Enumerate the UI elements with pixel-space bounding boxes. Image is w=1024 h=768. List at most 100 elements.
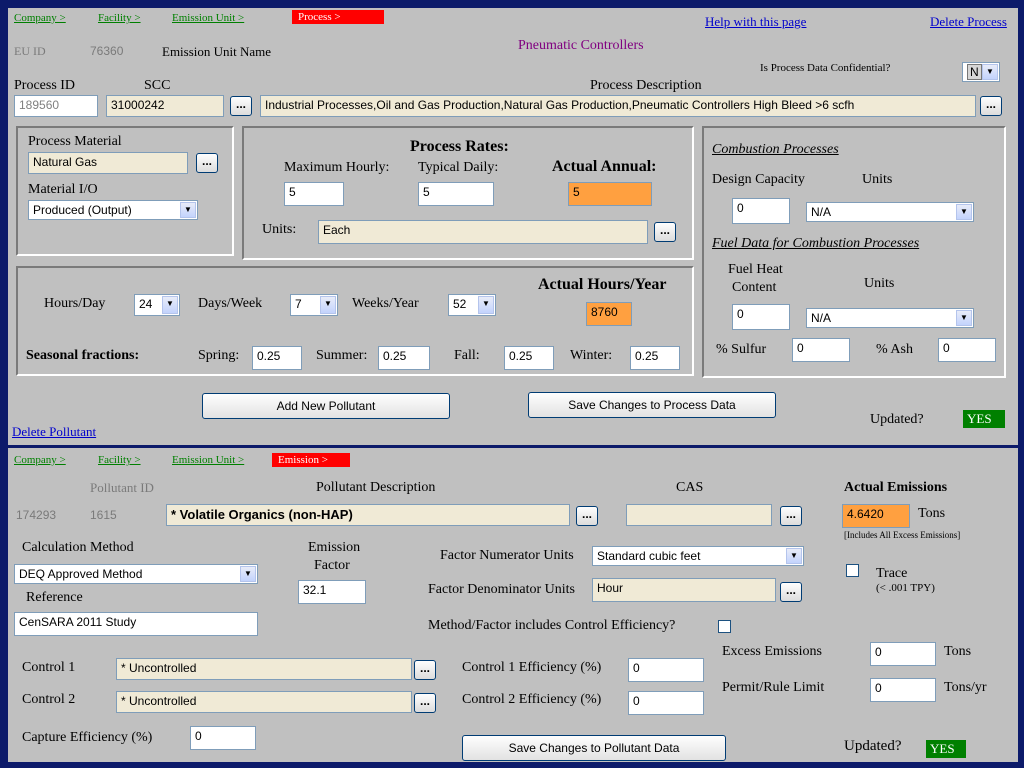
summer-field[interactable]: 0.25: [378, 346, 430, 370]
control-efficiency-checkbox[interactable]: [718, 620, 731, 633]
control1-lookup-button[interactable]: ...: [414, 660, 436, 680]
control1-efficiency-field[interactable]: 0: [628, 658, 704, 682]
eu-id-value: 76360: [90, 44, 124, 58]
max-hourly-label: Maximum Hourly:: [284, 160, 390, 175]
breadcrumb-emission-unit[interactable]: Emission Unit >: [172, 454, 244, 466]
breadcrumb-company[interactable]: Company >: [14, 454, 66, 466]
chevron-down-icon: ▼: [478, 296, 494, 314]
design-capacity-label: Design Capacity: [712, 172, 805, 187]
typical-daily-field[interactable]: 5: [418, 182, 494, 206]
seasonal-label: Seasonal fractions:: [26, 348, 140, 363]
days-week-select[interactable]: 7 ▼: [290, 294, 338, 316]
calculation-method-select[interactable]: DEQ Approved Method ▼: [14, 564, 258, 584]
process-description-field[interactable]: Industrial Processes,Oil and Gas Product…: [260, 95, 976, 117]
process-rates-box: Process Rates: Maximum Hourly: Typical D…: [242, 126, 694, 260]
control2-lookup-button[interactable]: ...: [414, 693, 436, 713]
weeks-year-label: Weeks/Year: [352, 296, 419, 311]
pollutant-description-field[interactable]: * Volatile Organics (non-HAP): [166, 504, 570, 526]
days-week-label: Days/Week: [198, 296, 263, 311]
spring-label: Spring:: [198, 348, 240, 363]
max-hourly-field[interactable]: 5: [284, 182, 344, 206]
fuel-data-title: Fuel Data for Combustion Processes: [712, 236, 920, 251]
cas-field[interactable]: [626, 504, 772, 526]
save-pollutant-button[interactable]: Save Changes to Pollutant Data: [462, 735, 726, 761]
process-id-label: Process ID: [14, 78, 76, 93]
control2-efficiency-field[interactable]: 0: [628, 691, 704, 715]
save-process-button[interactable]: Save Changes to Process Data: [528, 392, 776, 418]
hours-day-select[interactable]: 24 ▼: [134, 294, 180, 316]
denominator-lookup-button[interactable]: ...: [780, 582, 802, 602]
weeks-year-select[interactable]: 52 ▼: [448, 294, 496, 316]
emission-panel: Company > Facility > Emission Unit > Emi…: [8, 448, 1018, 762]
control2-label: Control 2: [22, 692, 76, 707]
description-lookup-button[interactable]: ...: [980, 96, 1002, 116]
design-units-label: Units: [862, 172, 893, 187]
scc-field[interactable]: 31000242: [106, 95, 224, 117]
chevron-down-icon: ▼: [982, 64, 998, 80]
trace-checkbox[interactable]: [846, 564, 859, 577]
design-units-select[interactable]: N/A ▼: [806, 202, 974, 222]
material-lookup-button[interactable]: ...: [196, 153, 218, 173]
reference-field[interactable]: CenSARA 2011 Study: [14, 612, 258, 636]
delete-process-link[interactable]: Delete Process: [930, 14, 1007, 30]
fuel-heat-field[interactable]: 0: [732, 304, 790, 330]
chevron-down-icon: ▼: [240, 566, 256, 582]
control1-field[interactable]: * Uncontrolled: [116, 658, 412, 680]
pollutant-updated-badge: YES: [926, 740, 966, 758]
winter-field[interactable]: 0.25: [630, 346, 680, 370]
chevron-down-icon: ▼: [320, 296, 336, 314]
process-updated-badge: YES: [963, 410, 1005, 428]
summer-label: Summer:: [316, 348, 368, 363]
control1-efficiency-label: Control 1 Efficiency (%): [462, 660, 602, 675]
design-capacity-field[interactable]: 0: [732, 198, 790, 224]
actual-hours-field[interactable]: 8760: [586, 302, 632, 326]
pollutant-updated-label: Updated?: [844, 738, 902, 754]
process-updated-label: Updated?: [870, 412, 924, 427]
emission-factor-field[interactable]: 32.1: [298, 580, 366, 604]
rate-units-field[interactable]: Each: [318, 220, 648, 244]
winter-label: Winter:: [570, 348, 613, 363]
breadcrumb-facility[interactable]: Facility >: [98, 454, 141, 466]
pollutant-id-value: 1615: [90, 508, 117, 522]
ash-field[interactable]: 0: [938, 338, 996, 362]
process-material-label: Process Material: [28, 134, 122, 149]
combustion-box: Combustion Processes Design Capacity Uni…: [702, 126, 1006, 378]
confidential-select[interactable]: N ▼: [962, 62, 1000, 82]
add-new-pollutant-button[interactable]: Add New Pollutant: [202, 393, 450, 419]
fall-field[interactable]: 0.25: [504, 346, 554, 370]
pollutant-description-label: Pollutant Description: [316, 480, 436, 495]
process-panel: Company > Facility > Emission Unit > Pro…: [8, 8, 1018, 445]
ash-label: % Ash: [876, 342, 913, 357]
rate-units-lookup-button[interactable]: ...: [654, 222, 676, 242]
permit-limit-field[interactable]: 0: [870, 678, 936, 702]
breadcrumb-emission-unit[interactable]: Emission Unit >: [172, 12, 244, 24]
pollutant-lookup-button[interactable]: ...: [576, 506, 598, 526]
breadcrumb-company[interactable]: Company >: [14, 12, 66, 24]
material-io-select[interactable]: Produced (Output) ▼: [28, 200, 198, 220]
chevron-down-icon: ▼: [956, 310, 972, 326]
actual-emissions-field[interactable]: 4.6420: [842, 504, 910, 528]
fuel-units-select[interactable]: N/A ▼: [806, 308, 974, 328]
actual-annual-field[interactable]: 5: [568, 182, 652, 206]
process-description-label: Process Description: [590, 78, 702, 93]
control2-field[interactable]: * Uncontrolled: [116, 691, 412, 713]
process-material-field[interactable]: Natural Gas: [28, 152, 188, 174]
sulfur-field[interactable]: 0: [792, 338, 850, 362]
excess-emissions-field[interactable]: 0: [870, 642, 936, 666]
delete-pollutant-link[interactable]: Delete Pollutant: [12, 424, 96, 440]
process-rates-title: Process Rates:: [410, 138, 509, 155]
operating-hours-box: Actual Hours/Year 8760 Hours/Day 24 ▼ Da…: [16, 266, 694, 376]
spring-field[interactable]: 0.25: [252, 346, 302, 370]
factor-numerator-select[interactable]: Standard cubic feet ▼: [592, 546, 804, 566]
fuel-content-label: Content: [732, 280, 777, 295]
breadcrumb-facility[interactable]: Facility >: [98, 12, 141, 24]
help-link[interactable]: Help with this page: [705, 14, 806, 30]
capture-efficiency-field[interactable]: 0: [190, 726, 256, 750]
cas-lookup-button[interactable]: ...: [780, 506, 802, 526]
scc-lookup-button[interactable]: ...: [230, 96, 252, 116]
factor-denominator-label: Factor Denominator Units: [428, 582, 575, 597]
process-id-field: 189560: [14, 95, 98, 117]
permit-limit-units: Tons/yr: [944, 680, 987, 695]
factor-denominator-field[interactable]: Hour: [592, 578, 776, 602]
actual-emissions-note: [Includes All Excess Emissions]: [844, 530, 961, 540]
